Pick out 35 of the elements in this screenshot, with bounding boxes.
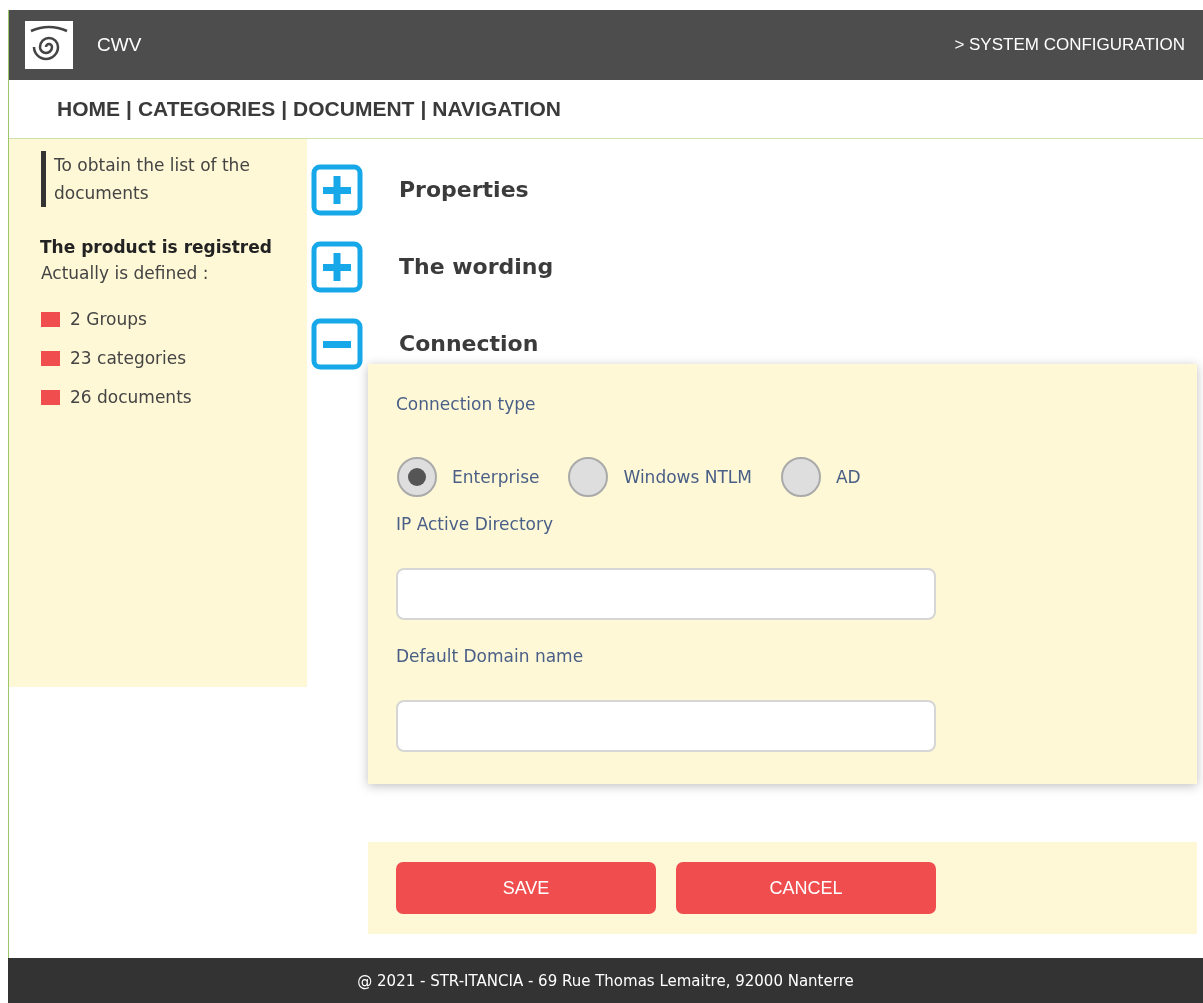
section-title[interactable]: Properties [399,177,529,202]
count-text: 26 documents [70,387,192,407]
breadcrumb: > SYSTEM CONFIGURATION [954,35,1185,55]
collapse-icon[interactable] [311,317,363,370]
expand-icon[interactable] [311,163,363,216]
radio-label[interactable]: AD [836,467,861,487]
section-title[interactable]: The wording [399,254,554,279]
cancel-button[interactable]: CANCEL [676,862,936,914]
status-text: The product is registred [40,237,273,257]
app-title: CWV [97,34,143,56]
input-field[interactable] [396,568,936,620]
radio-label[interactable]: Enterprise [452,467,540,487]
field-label: Connection type [396,394,537,414]
count-text: 2 Groups [70,309,147,329]
nav-link[interactable]: HOME [57,97,120,121]
nav-separator: | [420,97,427,121]
field-label: IP Active Directory [396,514,554,534]
input-field[interactable] [396,700,936,752]
subtitle-text: Actually is defined : [41,263,210,283]
radio-button[interactable] [780,456,822,498]
hint-text: To obtain the list of the documents [41,151,294,207]
radio-button[interactable] [567,456,610,498]
nav-link[interactable]: NAVIGATION [432,97,561,121]
expand-icon[interactable] [311,240,363,293]
nav-separator: | [281,97,288,121]
save-button[interactable]: SAVE [396,862,656,914]
nav-link[interactable]: DOCUMENT [293,97,415,121]
radio-label[interactable]: Windows NTLM [623,467,752,487]
section-title[interactable]: Connection [399,331,539,356]
nav-link[interactable]: CATEGORIES [137,97,276,121]
radio-button[interactable] [396,456,438,498]
field-label: Default Domain name [396,646,585,666]
footer-text: @ 2021 - STR-ITANCIA - 69 Rue Thomas Lemaitre, 92000 Nanterre [8,958,1203,1003]
nav-separator: | [126,97,132,121]
count-text: 23 categories [70,348,187,368]
